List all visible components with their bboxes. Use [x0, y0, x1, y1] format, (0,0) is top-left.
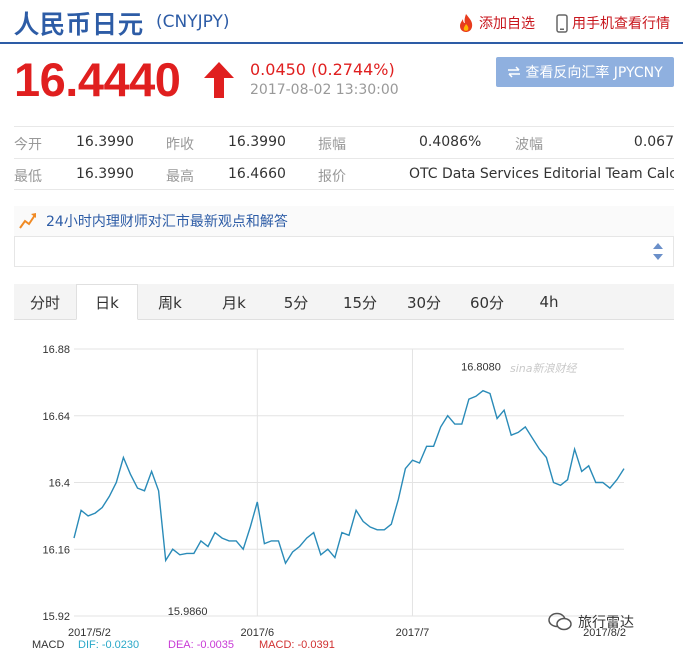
- x-tick-label: 2017/5/2: [68, 627, 111, 639]
- add-favorite-label: 添加自选: [479, 16, 535, 32]
- mobile-view-label: 用手机查看行情: [572, 16, 670, 32]
- tab-timeshare[interactable]: 分时: [14, 284, 76, 320]
- watermark-text: sina新浪财经: [510, 362, 577, 375]
- phone-icon: [556, 13, 568, 33]
- quote-time: 2017-08-02 13:30:00: [250, 82, 399, 98]
- stat-label-high: 最高: [166, 169, 194, 185]
- macd-label: MACD: [32, 639, 64, 651]
- macd-dif: DIF: -0.0230: [78, 639, 139, 651]
- currency-code: (CNYJPY): [156, 12, 230, 32]
- stat-label-amplitude: 振幅: [318, 137, 346, 153]
- max-value-label: 16.8080: [461, 362, 501, 374]
- stat-value-prev-close: 16.3990: [228, 134, 286, 150]
- tab-60min[interactable]: 60分: [454, 284, 520, 320]
- add-favorite-link[interactable]: 添加自选: [457, 13, 535, 33]
- x-tick-label: 2017/6: [241, 627, 275, 639]
- stat-value-high: 16.4660: [228, 166, 286, 182]
- stat-label-low: 最低: [14, 169, 42, 185]
- y-tick-label: 15.92: [42, 611, 70, 623]
- tab-30min[interactable]: 30分: [394, 284, 454, 320]
- page-header: 人民币日元 (CNYJPY) 添加自选 用手机查看行情: [0, 0, 683, 44]
- current-price: 16.4440: [14, 53, 181, 106]
- advice-title: 24小时内理财师对汇市最新观点和解答: [46, 214, 288, 230]
- stat-value-amplitude: 0.4086%: [419, 134, 482, 150]
- stats-table: 今开 16.3990 昨收 16.3990 振幅 0.4086% 波幅 0.06…: [14, 126, 674, 190]
- stat-label-prev-close: 昨收: [166, 137, 194, 153]
- stats-row: 最低 16.3990 最高 16.4660 报价 OTC Data Servic…: [14, 158, 674, 190]
- price-chart: 16.88 16.64 16.4 16.16 15.92 2017/5/2 2017/6 20…: [32, 344, 626, 651]
- y-tick-label: 16.16: [42, 544, 70, 556]
- macd-value: MACD: -0.0391: [259, 639, 335, 651]
- min-value-label: 15.9860: [168, 606, 208, 618]
- trend-icon: [19, 213, 36, 229]
- tab-weekly-k[interactable]: 周k: [138, 284, 202, 320]
- tab-daily-k[interactable]: 日k: [76, 284, 138, 320]
- stat-label-source: 报价: [318, 169, 346, 185]
- footer-brand-name: 旅行雷达: [578, 615, 634, 631]
- page-title: 人民币日元: [14, 10, 145, 39]
- tab-5min[interactable]: 5分: [266, 284, 326, 320]
- scroll-down-icon[interactable]: [653, 254, 663, 260]
- stat-value-open: 16.3990: [76, 134, 134, 150]
- reverse-rate-button[interactable]: 查看反向汇率 JPYCNY: [496, 57, 674, 87]
- tab-monthly-k[interactable]: 月k: [202, 284, 266, 320]
- stat-value-range: 0.067: [633, 134, 674, 150]
- wechat-icon: [548, 612, 572, 631]
- flame-icon: [460, 14, 473, 32]
- price-change: 0.0450 (0.2744%): [250, 60, 395, 79]
- stat-label-range: 波幅: [515, 137, 543, 153]
- macd-dea: DEA: -0.0035: [168, 639, 234, 651]
- y-tick-label: 16.88: [42, 344, 70, 356]
- stats-row: 今开 16.3990 昨收 16.3990 振幅 0.4086% 波幅 0.06…: [14, 126, 674, 158]
- swap-icon: [508, 66, 521, 78]
- price-series-line: [73, 389, 625, 565]
- chart-tabs: 分时 日k 周k 月k 5分 15分 30分 60分 4h: [14, 284, 674, 320]
- y-tick-label: 16.4: [49, 478, 70, 490]
- stat-value-low: 16.3990: [76, 166, 134, 182]
- footer-brand: 旅行雷达: [548, 612, 634, 632]
- advice-panel: 24小时内理财师对汇市最新观点和解答: [14, 206, 674, 268]
- reverse-rate-label: 查看反向汇率 JPYCNY: [525, 65, 663, 81]
- advice-header[interactable]: 24小时内理财师对汇市最新观点和解答: [14, 206, 674, 236]
- x-tick-label: 2017/7: [396, 627, 430, 639]
- up-arrow-icon: [204, 62, 234, 98]
- y-tick-label: 16.64: [42, 411, 70, 423]
- stat-label-open: 今开: [14, 137, 42, 153]
- stat-value-source: OTC Data Services Editorial Team Calc...: [409, 166, 674, 182]
- advice-ticker[interactable]: [14, 236, 674, 267]
- tab-15min[interactable]: 15分: [326, 284, 394, 320]
- tab-4h[interactable]: 4h: [520, 284, 578, 320]
- scroll-up-icon[interactable]: [653, 243, 663, 249]
- mobile-view-link[interactable]: 用手机查看行情: [556, 13, 670, 33]
